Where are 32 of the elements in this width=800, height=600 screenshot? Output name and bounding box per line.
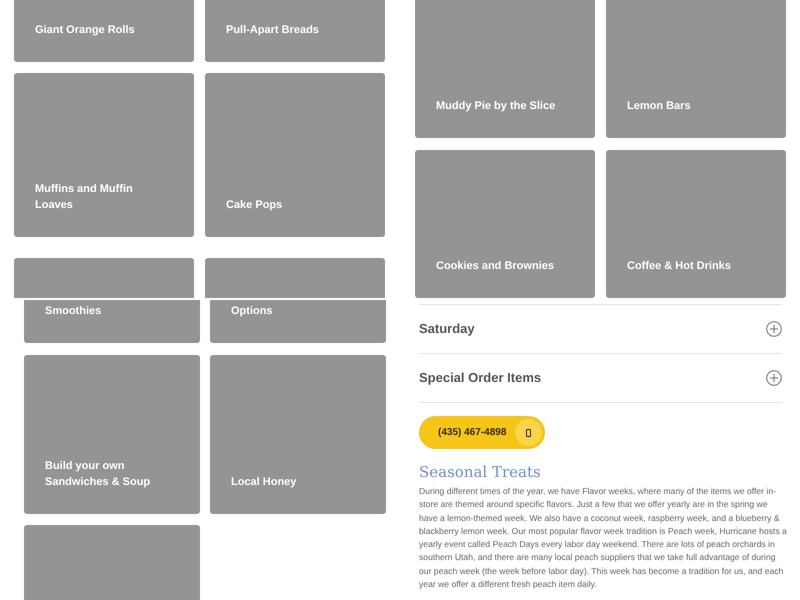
tile-label: Giant Orange Rolls (35, 23, 136, 38)
tile-label: Muffins and Muffin Loaves (35, 182, 134, 213)
tile-label: Lemon Bars (627, 99, 692, 114)
expand-icon[interactable] (766, 321, 782, 337)
tile-label: Cake Pops (226, 198, 284, 213)
expand-icon[interactable] (766, 370, 782, 386)
tile-background[interactable]: Lemon Bars (606, 0, 786, 138)
tile-label: Muddy Pie by the Slice (436, 99, 556, 114)
tile-background[interactable]: Local Honey (210, 355, 386, 514)
tile-background[interactable]: Build your own Sandwiches & Soup (24, 355, 200, 514)
tile-background[interactable]: Coffee & Hot Drinks (606, 150, 786, 298)
tile-label: Smoothies (45, 304, 102, 319)
tile-label: Options (231, 304, 274, 319)
tile-label: Local Honey (231, 475, 298, 490)
phone-button[interactable]: (435) 467-4898 (419, 416, 545, 449)
tile-background[interactable]: Cake Pops (205, 73, 385, 237)
phone-icon (515, 419, 542, 446)
tile-label: Build your own Sandwiches & Soup (45, 459, 152, 490)
tile-label: Cookies and Brownies (436, 259, 555, 274)
body-paragraph: During different times of the year, we have Flavor weeks, where many of the items we offer in-store are themed around specific flavors. Just a few that we offer yearly are in the spring we have a lemon-themed week. We also have a coconut week, raspberry week, and a blueberry & blackberry lemon week. Our most popular flavor week tradition is Peach week, Hurricane hosts a yearly event called Peach Days every labor day weekend. There are lots of peach orchards in southern Utah, and there are many local peach suppliers that we take full advantage of during our peach week (the week before labor day). This week has become a tradition for us, and each year we offer a different fresh peach item daily. (419, 485, 787, 592)
accordion-title[interactable]: Saturday (419, 319, 475, 339)
tile-background[interactable]: Giant Orange Rolls (14, 0, 194, 62)
tile-background[interactable]: Muddy Pie by the Slice (415, 0, 595, 138)
tile-label: Coffee & Hot Drinks (627, 259, 732, 274)
section-heading: Seasonal Treats (419, 463, 542, 481)
tile-background[interactable]: Cookies and Brownies (415, 150, 595, 298)
accordion-title[interactable]: Special Order Items (419, 368, 542, 388)
tile-background[interactable]: Muffins and Muffin Loaves (14, 73, 194, 237)
tile-label: Pull-Apart Breads (226, 23, 320, 38)
tile-background[interactable]: Options (210, 300, 386, 343)
tile-background[interactable]: Smoothies (24, 300, 200, 343)
tile-background[interactable]: Pull-Apart Breads (205, 0, 385, 62)
